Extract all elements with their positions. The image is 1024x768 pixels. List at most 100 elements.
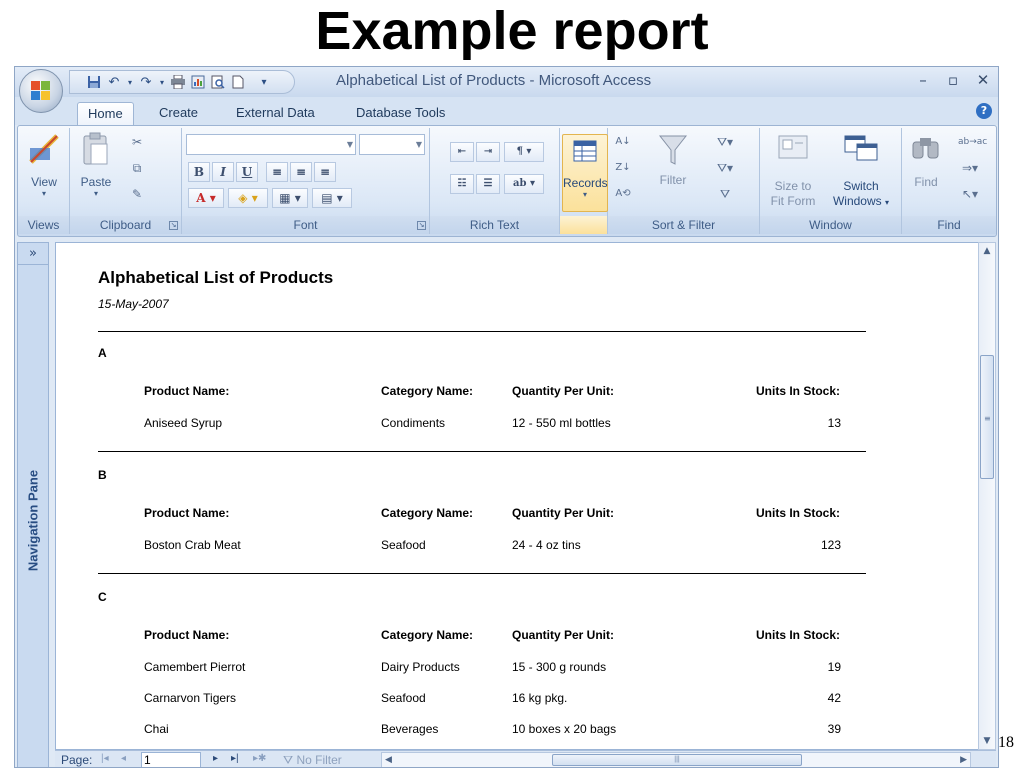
print-icon[interactable] — [170, 74, 186, 90]
cell-quantity: 15 - 300 g rounds — [512, 660, 606, 674]
gridlines-icon[interactable]: ▦ ▾ — [272, 188, 308, 208]
tab-external-data[interactable]: External Data — [226, 102, 325, 125]
switch-windows-button[interactable]: Switch Windows ▾ — [824, 134, 898, 210]
decrease-indent-icon[interactable]: ⇤ — [450, 142, 474, 162]
nav-pane-toggle[interactable]: » — [18, 243, 48, 265]
window-title: Alphabetical List of Products - Microsof… — [336, 72, 651, 89]
toggle-filter-icon[interactable]: ⛛ — [712, 186, 738, 202]
underline-button[interactable]: U — [236, 162, 258, 182]
navigation-pane[interactable]: » Navigation Pane — [17, 242, 49, 768]
switch-label: Switch — [824, 179, 898, 194]
tab-database-tools[interactable]: Database Tools — [346, 102, 455, 125]
font-name-combo[interactable]: ▼ — [186, 134, 356, 155]
font-size-combo[interactable]: ▼ — [359, 134, 425, 155]
italic-button[interactable]: I — [212, 162, 234, 182]
record-navigation-bar: Page: |◂ ◂ 1 ▸ ▸| ▸✱ ⛛ No Filter ◀ ||| ▶ — [55, 750, 996, 768]
tab-create[interactable]: Create — [149, 102, 208, 125]
format-painter-icon[interactable]: ✎ — [128, 186, 146, 202]
slide-page-number: 18 — [998, 734, 1014, 752]
increase-indent-icon[interactable]: ⇥ — [476, 142, 500, 162]
records-button[interactable]: Records ▾ — [562, 134, 608, 212]
find-button[interactable]: Find — [906, 134, 946, 189]
view-button[interactable]: View ▾ — [22, 132, 66, 198]
highlight-icon[interactable]: ab ▾ — [504, 174, 544, 194]
find-button-label: Find — [906, 175, 946, 189]
group-window: Size to Fit Form Switch Windows ▾ Window — [760, 128, 902, 234]
advanced-filter-icon[interactable]: ⛛▾ — [712, 160, 738, 176]
previous-page-icon[interactable]: ◂ — [121, 753, 126, 764]
report-view: Alphabetical List of Products 15-May-200… — [55, 242, 996, 750]
filter-icon — [658, 132, 688, 168]
paragraph-direction-icon[interactable]: ¶ ▾ — [504, 142, 544, 162]
no-filter-indicator[interactable]: ⛛ No Filter — [283, 753, 342, 768]
replace-icon[interactable]: ab→ac — [958, 134, 982, 150]
bold-button[interactable]: B — [188, 162, 210, 182]
scroll-thumb[interactable]: ≡ — [980, 355, 994, 479]
tab-home[interactable]: Home — [77, 102, 134, 125]
next-page-icon[interactable]: ▸ — [213, 753, 218, 764]
last-page-icon[interactable]: ▸| — [231, 753, 239, 764]
title-bar: ↶ ▾ ↷ ▾ ▾ Alphabetical List of Products … — [15, 67, 998, 97]
cell-quantity: 12 - 550 ml bottles — [512, 416, 611, 430]
align-right-icon[interactable]: ≡ — [314, 162, 336, 182]
paste-icon — [81, 132, 111, 166]
dialog-launcher-icon[interactable]: ↘ — [169, 221, 178, 230]
scroll-down-icon[interactable]: ▼ — [979, 733, 995, 749]
alternate-fill-icon[interactable]: ▤ ▾ — [312, 188, 352, 208]
numbering-icon[interactable]: ☷ — [450, 174, 474, 194]
align-center-icon[interactable]: ≡ — [290, 162, 312, 182]
size-to-fit-form-button[interactable]: Size to Fit Form — [764, 134, 822, 209]
minimize-button[interactable]: – — [912, 70, 934, 90]
redo-icon[interactable]: ↷ — [138, 74, 154, 90]
cell-quantity: 16 kg pkg. — [512, 691, 567, 705]
print-preview-icon[interactable] — [210, 74, 226, 90]
selection-filter-icon[interactable]: ⛛▾ — [712, 134, 738, 150]
hscroll-thumb[interactable]: ||| — [552, 754, 802, 766]
header-quantity: Quantity Per Unit: — [512, 506, 614, 520]
chevron-down-icon[interactable]: ▾ — [158, 74, 166, 90]
sort-descending-icon[interactable]: Z↓ — [614, 160, 632, 176]
new-document-icon[interactable] — [230, 74, 246, 90]
copy-icon[interactable]: ⧉ — [128, 160, 146, 176]
vertical-scrollbar[interactable]: ▲ ≡ ▼ — [978, 242, 996, 750]
cell-stock: 42 — [781, 691, 841, 705]
page-number-input[interactable]: 1 — [141, 752, 201, 768]
save-icon[interactable] — [86, 74, 102, 90]
fill-color-icon[interactable]: ◈ ▾ — [228, 188, 268, 208]
scroll-left-icon[interactable]: ◀ — [385, 754, 392, 765]
group-find: Find ab→ac ⇒▾ ↖▾ Find — [902, 128, 996, 234]
select-icon[interactable]: ↖▾ — [958, 186, 982, 202]
go-to-icon[interactable]: ⇒▾ — [958, 160, 982, 176]
close-button[interactable]: ✕ — [972, 70, 994, 90]
dialog-launcher-icon[interactable]: ↘ — [417, 221, 426, 230]
bullets-icon[interactable]: ☰ — [476, 174, 500, 194]
cell-stock: 13 — [781, 416, 841, 430]
chevron-down-icon[interactable]: ▾ — [126, 74, 134, 90]
font-color-icon[interactable]: A ▾ — [188, 188, 224, 208]
group-sort-filter: A↓ Z↓ A⟲ Filter ⛛▾ ⛛▾ ⛛ Sort & Filter — [608, 128, 760, 234]
help-icon[interactable]: ? — [976, 103, 992, 119]
cell-quantity: 24 - 4 oz tins — [512, 538, 581, 552]
group-letter: C — [98, 590, 107, 604]
customize-qat-icon[interactable]: ▾ — [256, 74, 272, 90]
clear-sort-icon[interactable]: A⟲ — [614, 186, 632, 202]
scroll-up-icon[interactable]: ▲ — [979, 243, 995, 259]
filter-button[interactable]: Filter — [648, 132, 698, 187]
align-left-icon[interactable]: ≡ — [266, 162, 288, 182]
scroll-right-icon[interactable]: ▶ — [960, 754, 967, 765]
undo-icon[interactable]: ↶ — [106, 74, 122, 90]
restore-button[interactable]: ▫ — [942, 70, 964, 90]
chevron-down-icon: ▾ — [885, 198, 889, 207]
nav-pane-label: Navigation Pane — [26, 465, 41, 577]
report-title: Alphabetical List of Products — [98, 268, 333, 288]
cut-icon[interactable]: ✂ — [128, 134, 146, 150]
sort-ascending-icon[interactable]: A↓ — [614, 134, 632, 150]
paste-button[interactable]: Paste ▾ — [74, 132, 118, 198]
find-icon — [911, 134, 941, 162]
horizontal-scrollbar[interactable]: ◀ ||| ▶ — [381, 752, 971, 768]
office-button[interactable] — [19, 69, 63, 113]
report-icon[interactable] — [190, 74, 206, 90]
view-icon — [27, 132, 61, 166]
first-page-icon[interactable]: |◂ — [101, 753, 109, 764]
group-letter: B — [98, 468, 107, 482]
